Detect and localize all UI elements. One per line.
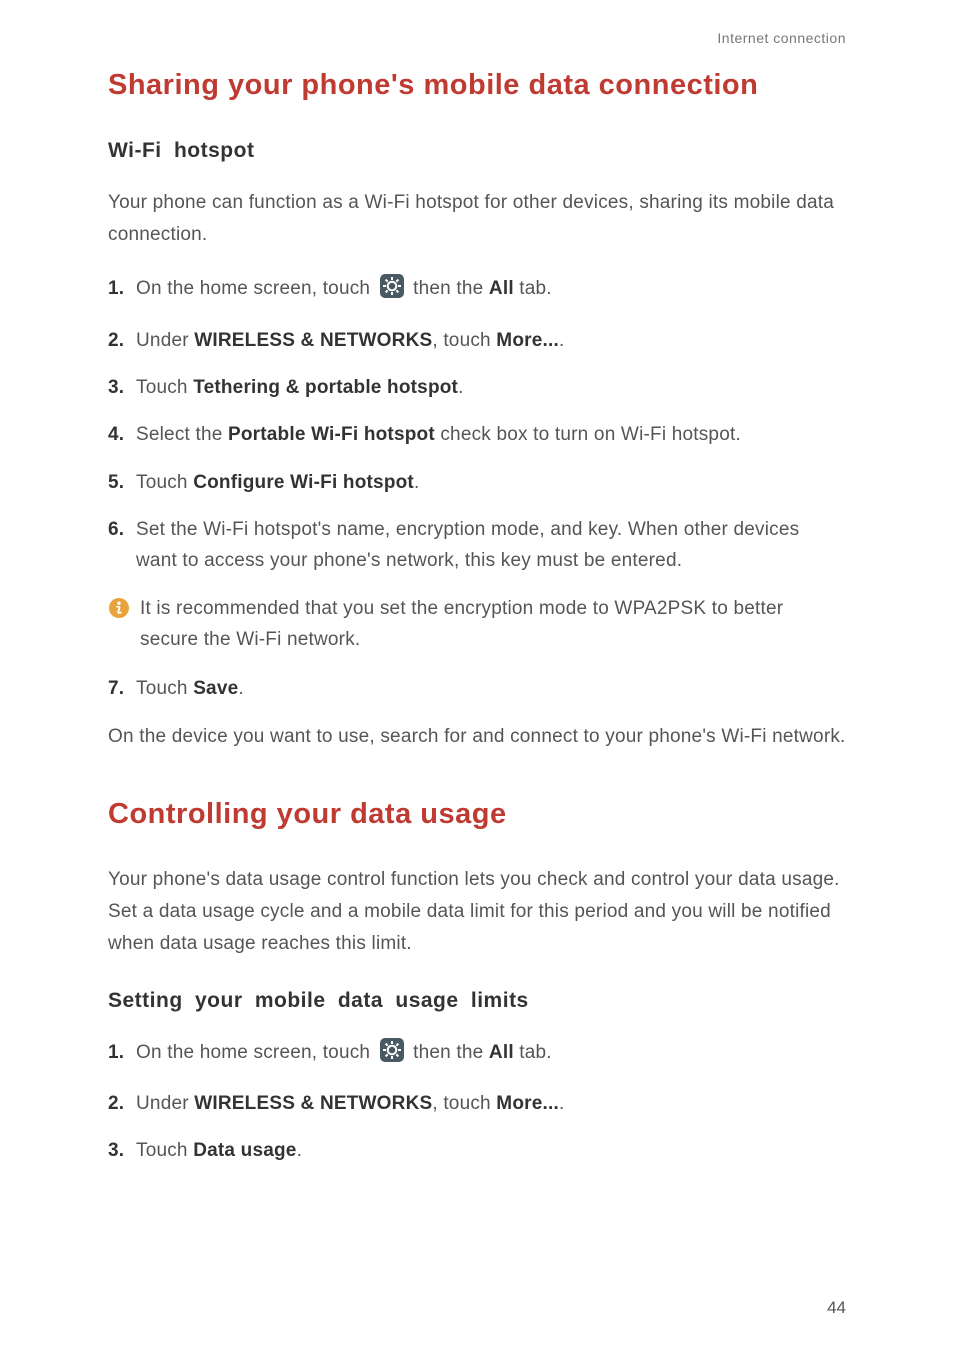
text: tab.: [514, 1042, 552, 1063]
header-label: Internet connection: [108, 30, 846, 46]
step-content: Under WIRELESS & NETWORKS, touch More...…: [136, 1088, 846, 1119]
step-content: Touch Configure Wi-Fi hotspot.: [136, 467, 846, 498]
text: .: [559, 1093, 564, 1114]
section-title-data-usage: Controlling your data usage: [108, 789, 846, 840]
text: check box to turn on Wi-Fi hotspot.: [435, 424, 741, 445]
text: .: [559, 330, 564, 351]
step-content: Select the Portable Wi-Fi hotspot check …: [136, 419, 846, 450]
text: Touch: [136, 377, 193, 398]
step-number: 6.: [108, 514, 136, 577]
step-2b: 2. Under WIRELESS & NETWORKS, touch More…: [108, 1088, 846, 1119]
step-content: Touch Tethering & portable hotspot.: [136, 372, 846, 403]
text: Touch: [136, 1140, 193, 1161]
text: .: [414, 472, 419, 493]
text-bold: Portable Wi-Fi hotspot: [228, 424, 435, 445]
text-bold: WIRELESS & NETWORKS: [194, 330, 432, 351]
text: .: [238, 678, 243, 699]
text: .: [458, 377, 463, 398]
intro-paragraph-2: Your phone's data usage control function…: [108, 864, 846, 961]
step-number: 3.: [108, 1135, 136, 1166]
info-icon: [108, 597, 130, 624]
text: , touch: [432, 1093, 496, 1114]
text-bold: All: [489, 278, 514, 299]
subheading-data-limits: Setting your mobile data usage limits: [108, 989, 846, 1013]
step-number: 7.: [108, 673, 136, 704]
text: Under: [136, 1093, 194, 1114]
step-7: 7. Touch Save.: [108, 673, 846, 704]
step-content: Set the Wi-Fi hotspot's name, encryption…: [136, 514, 846, 577]
step-6: 6. Set the Wi-Fi hotspot's name, encrypt…: [108, 514, 846, 577]
step-number: 1.: [108, 1037, 136, 1072]
text: Select the: [136, 424, 228, 445]
text: On the home screen, touch: [136, 1042, 370, 1063]
subheading-wifi-hotspot: Wi-Fi hotspot: [108, 139, 846, 163]
text-bold: Save: [193, 678, 238, 699]
step-content: Touch Data usage.: [136, 1135, 846, 1166]
text-bold: More...: [496, 1093, 559, 1114]
step-3: 3. Touch Tethering & portable hotspot.: [108, 372, 846, 403]
step-5: 5. Touch Configure Wi-Fi hotspot.: [108, 467, 846, 498]
step-number: 5.: [108, 467, 136, 498]
step-number: 2.: [108, 1088, 136, 1119]
section-title-sharing: Sharing your phone's mobile data connect…: [108, 60, 846, 111]
step-content: Touch Save.: [136, 673, 846, 704]
settings-icon: [380, 1038, 404, 1072]
text-bold: Data usage: [193, 1140, 296, 1161]
text: On the home screen, touch: [136, 278, 370, 299]
text-bold: All: [489, 1042, 514, 1063]
text-bold: Tethering & portable hotspot: [193, 377, 458, 398]
step-4: 4. Select the Portable Wi-Fi hotspot che…: [108, 419, 846, 450]
text-bold: WIRELESS & NETWORKS: [194, 1093, 432, 1114]
step-number: 3.: [108, 372, 136, 403]
settings-icon: [380, 274, 404, 308]
text: tab.: [514, 278, 552, 299]
step-1b: 1. On the home screen, touch then the Al…: [108, 1037, 846, 1072]
text: Touch: [136, 472, 193, 493]
step-content: On the home screen, touch then the All t…: [136, 273, 846, 308]
text: .: [297, 1140, 302, 1161]
page-number: 44: [827, 1298, 846, 1318]
step-1: 1. On the home screen, touch then the Al…: [108, 273, 846, 308]
step-number: 1.: [108, 273, 136, 308]
text: , touch: [432, 330, 496, 351]
text-bold: More...: [496, 330, 559, 351]
intro-paragraph-1: Your phone can function as a Wi-Fi hotsp…: [108, 187, 846, 252]
text-bold: Configure Wi-Fi hotspot: [193, 472, 414, 493]
text: then the: [413, 278, 483, 299]
outro-paragraph-1: On the device you want to use, search fo…: [108, 721, 846, 753]
text: Under: [136, 330, 194, 351]
step-number: 2.: [108, 325, 136, 356]
step-2: 2. Under WIRELESS & NETWORKS, touch More…: [108, 325, 846, 356]
note-text: It is recommended that you set the encry…: [140, 593, 846, 656]
step-content: Under WIRELESS & NETWORKS, touch More...…: [136, 325, 846, 356]
text: Touch: [136, 678, 193, 699]
step-number: 4.: [108, 419, 136, 450]
step-content: On the home screen, touch then the All t…: [136, 1037, 846, 1072]
step-3b: 3. Touch Data usage.: [108, 1135, 846, 1166]
info-note: It is recommended that you set the encry…: [108, 593, 846, 656]
text: then the: [413, 1042, 483, 1063]
